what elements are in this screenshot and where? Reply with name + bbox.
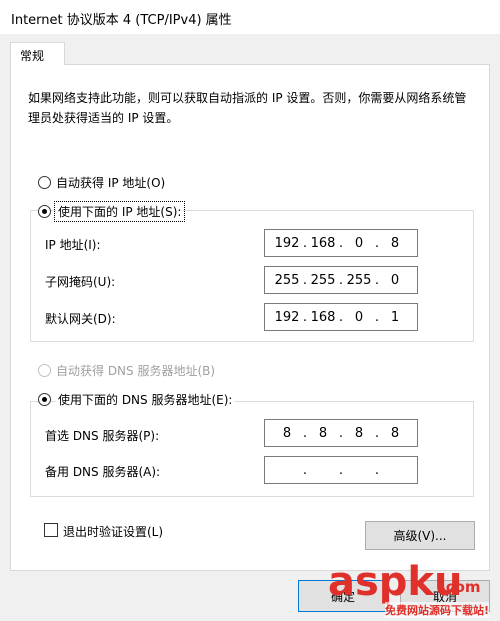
octet: 192 (274, 309, 300, 325)
subnet-mask-input[interactable]: 255. 255. 255. 0 (264, 266, 418, 294)
octet: 1 (390, 309, 400, 325)
ip-address-input[interactable]: 192. 168. 0. 8 (264, 229, 418, 257)
auto-ip-radio[interactable] (38, 176, 51, 189)
validate-settings-label: 退出时验证设置(L) (63, 525, 164, 539)
octet: 8 (318, 425, 328, 441)
octet: 168 (310, 235, 336, 251)
manual-ip-label: 使用下面的 IP 地址(S): (53, 201, 186, 222)
manual-dns-radio[interactable] (38, 393, 51, 406)
octet: 168 (310, 309, 336, 325)
octet: 255 (310, 272, 336, 288)
advanced-button[interactable]: 高级(V)... (365, 521, 475, 550)
description-text: 如果网络支持此功能，则可以获取自动指派的 IP 设置。否则，你需要从网络系统管理… (28, 91, 467, 125)
auto-dns-label: 自动获得 DNS 服务器地址(B) (56, 364, 216, 378)
watermark-tagline: 免费网站源码下载站! (385, 602, 490, 618)
preferred-dns-label: 首选 DNS 服务器(P): (45, 429, 160, 443)
octet: 192 (274, 235, 300, 251)
auto-ip-label: 自动获得 IP 地址(O) (56, 176, 166, 190)
subnet-mask-label: 子网掩码(U): (45, 275, 116, 289)
ip-address-label: IP 地址(I): (45, 238, 101, 252)
alternate-dns-label: 备用 DNS 服务器(A): (45, 465, 161, 479)
gateway-label: 默认网关(D): (45, 312, 116, 326)
manual-ip-radio[interactable] (38, 205, 51, 218)
auto-dns-radio[interactable] (38, 364, 51, 377)
tab-general[interactable]: 常规 (10, 42, 65, 65)
alternate-dns-input[interactable]: . . . (264, 456, 418, 484)
title-bar: Internet 协议版本 4 (TCP/IPv4) 属性 (0, 0, 500, 34)
validate-settings-checkbox[interactable] (44, 523, 58, 537)
octet: 0 (354, 309, 364, 325)
window-title: Internet 协议版本 4 (TCP/IPv4) 属性 (11, 13, 232, 28)
octet: 8 (390, 425, 400, 441)
octet: 8 (354, 425, 364, 441)
gateway-input[interactable]: 192. 168. 0. 1 (264, 303, 418, 331)
octet: 8 (390, 235, 400, 251)
octet: 0 (354, 235, 364, 251)
manual-dns-label: 使用下面的 DNS 服务器地址(E): (56, 391, 235, 408)
octet: 255 (274, 272, 300, 288)
octet: 8 (282, 425, 292, 441)
watermark-domain: .com (440, 578, 481, 596)
preferred-dns-input[interactable]: 8. 8. 8. 8 (264, 419, 418, 447)
octet: 255 (346, 272, 372, 288)
octet: 0 (390, 272, 400, 288)
